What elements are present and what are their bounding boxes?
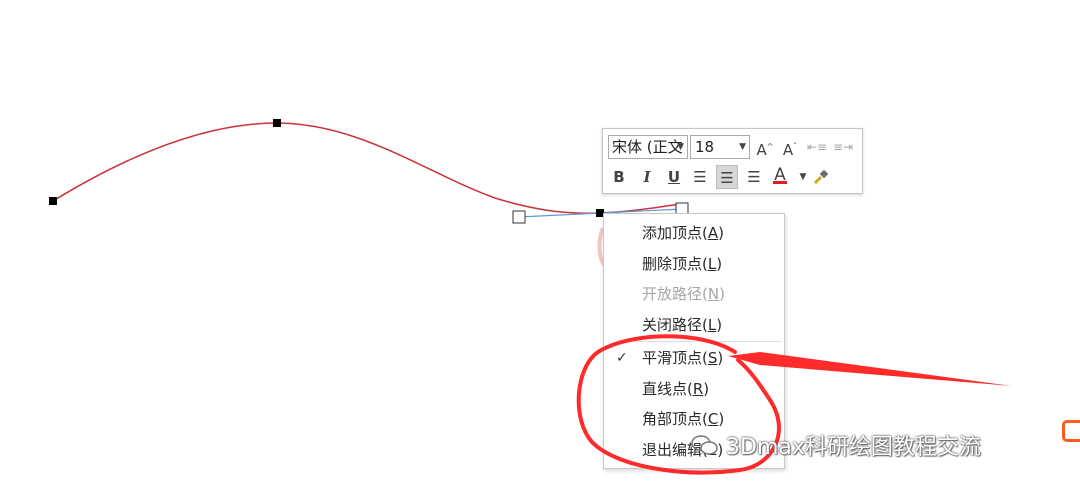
annotation-layer	[576, 334, 1012, 475]
wechat-icon	[691, 435, 718, 455]
annotation-pointer	[728, 352, 1012, 386]
watermark-text: 3Dmax科研绘图教程交流	[726, 435, 981, 460]
watermark: 3Dmax科研绘图教程交流	[690, 432, 981, 464]
brand-logo-icon	[1062, 420, 1080, 442]
